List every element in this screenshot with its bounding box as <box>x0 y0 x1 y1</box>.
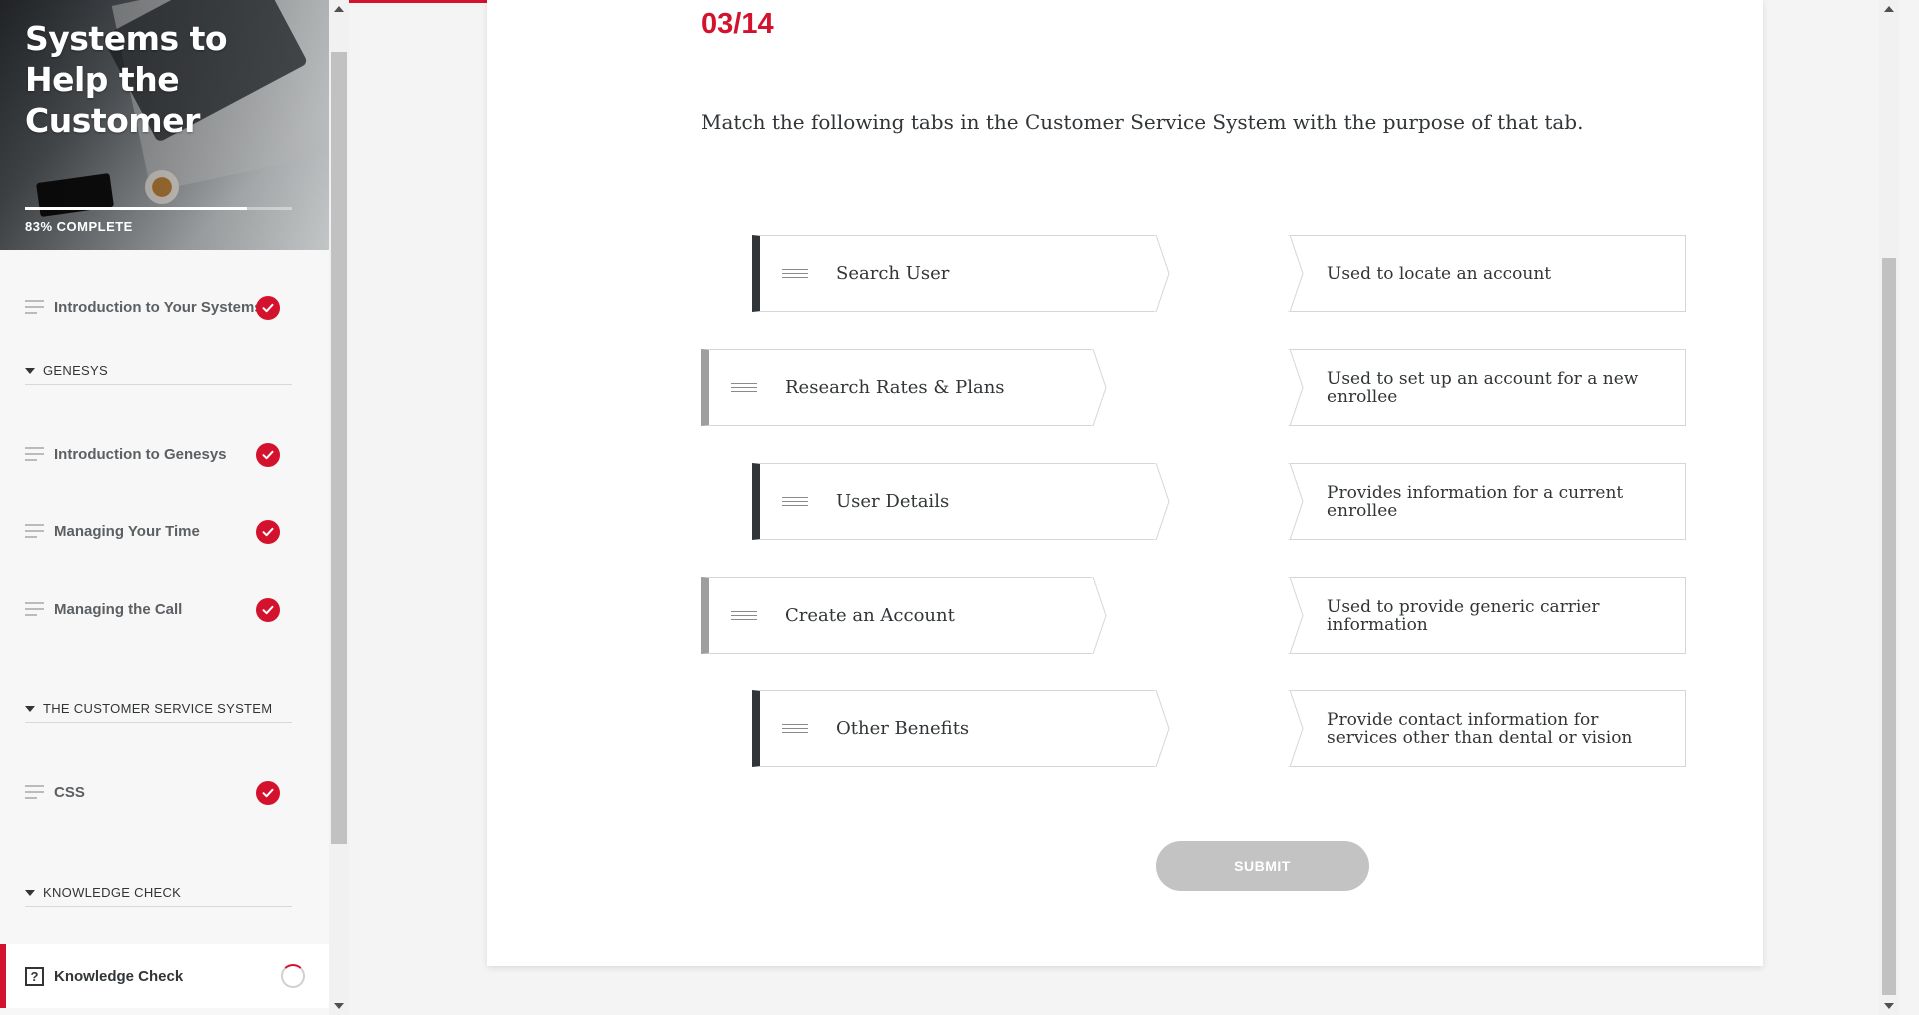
complete-check-icon <box>256 781 280 805</box>
in-progress-spinner-icon <box>281 964 305 988</box>
notch-icon <box>1288 235 1304 312</box>
sidebar-section-label: GENESYS <box>43 363 108 378</box>
drag-item-label: Search User <box>836 263 950 284</box>
notch-icon <box>1288 463 1304 540</box>
lesson-lines-icon <box>25 785 44 799</box>
arrow-point-icon <box>1154 690 1170 767</box>
course-sidebar: Systems to Help the Customer 83% COMPLET… <box>0 0 329 1015</box>
drop-target-purpose[interactable]: Used to provide generic carrier informat… <box>1288 577 1686 654</box>
purpose-label: Used to set up an account for a new enro… <box>1327 368 1639 407</box>
drag-item-search-user[interactable]: Search User <box>752 235 1170 312</box>
drop-target-purpose[interactable]: Used to locate an account <box>1288 235 1686 312</box>
lesson-content: 03/14 Match the following tabs in the Cu… <box>349 0 1899 1015</box>
question-text: Match the following tabs in the Customer… <box>701 110 1584 134</box>
scroll-down-arrow-icon[interactable] <box>1884 1003 1894 1009</box>
content-scrollbar[interactable] <box>1879 0 1899 1015</box>
quiz-card: 03/14 Match the following tabs in the Cu… <box>487 0 1763 966</box>
drag-handle-icon[interactable] <box>731 382 757 393</box>
sidebar-section-customer-service-system[interactable]: THE CUSTOMER SERVICE SYSTEM <box>25 699 292 723</box>
drag-handle-icon[interactable] <box>782 496 808 507</box>
course-progress-fill <box>25 207 247 210</box>
purpose-label: Used to provide generic carrier informat… <box>1327 596 1600 635</box>
sidebar-section-label: THE CUSTOMER SERVICE SYSTEM <box>43 701 273 716</box>
course-title: Systems to Help the Customer <box>25 19 228 140</box>
sidebar-section-genesys[interactable]: GENESYS <box>25 361 292 385</box>
drag-handle-icon[interactable] <box>782 723 808 734</box>
complete-check-icon <box>256 296 280 320</box>
submit-button[interactable]: SUBMIT <box>1156 841 1369 891</box>
complete-check-icon <box>256 443 280 467</box>
notch-icon <box>1288 349 1304 426</box>
arrow-point-icon <box>1154 235 1170 312</box>
drag-item-label: User Details <box>836 491 950 512</box>
sidebar-item-knowledge-check[interactable]: ? Knowledge Check <box>0 944 329 1008</box>
content-scrollbar-thumb[interactable] <box>1882 258 1896 995</box>
drag-handle-icon[interactable] <box>782 268 808 279</box>
drag-item-label: Other Benefits <box>836 718 970 739</box>
question-counter: 03/14 <box>701 8 774 40</box>
arrow-point-icon <box>1154 463 1170 540</box>
sidebar-scrollbar-thumb[interactable] <box>331 52 347 844</box>
course-progress-bar <box>25 207 292 210</box>
arrow-point-icon <box>1091 577 1107 654</box>
question-box-icon: ? <box>25 966 44 986</box>
lesson-lines-icon <box>25 524 44 538</box>
scroll-down-arrow-icon[interactable] <box>334 1003 344 1009</box>
purpose-label: Provides information for a current enrol… <box>1327 482 1624 521</box>
arrow-point-icon <box>1091 349 1107 426</box>
drag-item-label: Create an Account <box>785 605 955 626</box>
drag-handle-icon[interactable] <box>731 610 757 621</box>
lesson-lines-icon <box>25 300 44 314</box>
caret-down-icon <box>25 889 35 896</box>
sidebar-scrollbar[interactable] <box>329 0 349 1015</box>
complete-check-icon <box>256 598 280 622</box>
caret-down-icon <box>25 705 35 712</box>
drag-item-other-benefits[interactable]: Other Benefits <box>752 690 1170 767</box>
notch-icon <box>1288 690 1304 767</box>
drop-target-purpose[interactable]: Provides information for a current enrol… <box>1288 463 1686 540</box>
complete-check-icon <box>256 520 280 544</box>
lesson-lines-icon <box>25 447 44 461</box>
caret-down-icon <box>25 367 35 374</box>
purpose-label: Provide contact information for services… <box>1327 709 1633 748</box>
drop-target-purpose[interactable]: Provide contact information for services… <box>1288 690 1686 767</box>
purpose-label: Used to locate an account <box>1327 263 1552 284</box>
notch-icon <box>1288 577 1304 654</box>
drag-item-label: Research Rates & Plans <box>785 377 1005 398</box>
sidebar-section-label: KNOWLEDGE CHECK <box>43 885 182 900</box>
drag-item-research-rates-plans[interactable]: Research Rates & Plans <box>701 349 1107 426</box>
sidebar-section-knowledge-check[interactable]: KNOWLEDGE CHECK <box>25 883 292 907</box>
course-progress-label: 83% COMPLETE <box>25 219 133 234</box>
scroll-up-arrow-icon[interactable] <box>1884 6 1894 12</box>
scroll-up-arrow-icon[interactable] <box>334 6 344 12</box>
drop-target-purpose[interactable]: Used to set up an account for a new enro… <box>1288 349 1686 426</box>
sidebar-item-label: Knowledge Check <box>54 967 184 985</box>
course-header: Systems to Help the Customer 83% COMPLET… <box>0 0 329 250</box>
lesson-lines-icon <box>25 602 44 616</box>
drag-item-create-an-account[interactable]: Create an Account <box>701 577 1107 654</box>
drag-item-user-details[interactable]: User Details <box>752 463 1170 540</box>
